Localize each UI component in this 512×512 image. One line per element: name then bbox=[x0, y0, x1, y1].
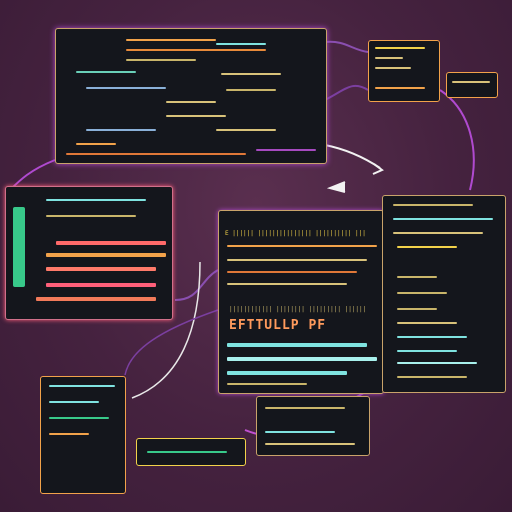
code-line bbox=[221, 73, 281, 75]
code-line bbox=[227, 357, 377, 361]
code-line bbox=[46, 199, 146, 201]
code-line bbox=[147, 451, 227, 453]
code-line bbox=[397, 276, 437, 278]
heading-text: EFTTULLP PF bbox=[229, 318, 327, 333]
code-line bbox=[227, 245, 377, 247]
code-line bbox=[49, 401, 99, 403]
scroll-indicator[interactable] bbox=[13, 207, 25, 287]
code-line bbox=[126, 59, 196, 61]
code-line bbox=[397, 322, 457, 324]
caption-text: |||||||||||| |||||||| ||||||||| |||||| bbox=[229, 306, 367, 313]
info-card-top-right bbox=[368, 40, 440, 102]
code-line bbox=[166, 115, 226, 117]
code-line bbox=[227, 283, 347, 285]
code-line bbox=[166, 101, 216, 103]
code-line bbox=[49, 433, 89, 435]
code-line bbox=[397, 376, 467, 378]
code-line bbox=[393, 232, 483, 234]
code-line bbox=[46, 215, 136, 217]
code-line bbox=[216, 129, 276, 131]
code-line bbox=[76, 143, 116, 145]
card-line bbox=[452, 81, 490, 83]
status-card-bottom bbox=[136, 438, 246, 466]
code-line bbox=[397, 308, 437, 310]
code-line bbox=[86, 87, 166, 89]
arrow-curved-icon bbox=[324, 144, 381, 169]
code-line bbox=[46, 283, 156, 287]
card-line bbox=[375, 67, 411, 69]
code-line bbox=[397, 362, 477, 364]
code-line bbox=[76, 71, 136, 73]
code-line bbox=[227, 271, 357, 273]
code-line bbox=[265, 431, 335, 433]
code-line bbox=[265, 407, 345, 409]
code-text-top: E |||||| ||||||||||||||| |||||||||| ||| bbox=[225, 230, 366, 237]
code-line bbox=[393, 204, 473, 206]
editor-panel-right bbox=[382, 195, 506, 393]
code-line bbox=[46, 253, 166, 257]
code-line bbox=[126, 39, 216, 41]
mini-card-right bbox=[446, 72, 498, 98]
output-card-bottom bbox=[256, 396, 370, 456]
code-line bbox=[226, 89, 276, 91]
card-line bbox=[375, 87, 425, 89]
editor-panel-center: E |||||| ||||||||||||||| |||||||||| ||| … bbox=[218, 210, 384, 394]
code-line bbox=[46, 267, 156, 271]
code-line bbox=[265, 443, 355, 445]
code-line bbox=[227, 259, 367, 261]
connector-right-down bbox=[439, 89, 475, 191]
code-line bbox=[397, 292, 447, 294]
code-line bbox=[227, 383, 307, 385]
editor-panel-top bbox=[55, 28, 327, 164]
code-line bbox=[397, 246, 457, 248]
card-line bbox=[375, 57, 403, 59]
terminal-panel-bottom-left bbox=[40, 376, 126, 494]
code-line bbox=[56, 241, 166, 245]
code-line bbox=[393, 218, 493, 220]
arrow-right-icon bbox=[372, 163, 384, 175]
code-line bbox=[86, 129, 156, 131]
code-line bbox=[227, 371, 347, 375]
arrow-left-icon bbox=[326, 181, 346, 193]
connector-top-right-2 bbox=[324, 84, 369, 101]
code-line bbox=[256, 149, 316, 151]
connector-left-mid bbox=[174, 269, 219, 301]
code-line bbox=[227, 343, 367, 347]
terminal-panel-left bbox=[5, 186, 173, 320]
code-line bbox=[126, 49, 266, 51]
code-line bbox=[216, 43, 266, 45]
code-line bbox=[66, 153, 246, 155]
card-line bbox=[375, 47, 425, 49]
connector-top-right bbox=[324, 40, 369, 53]
code-line bbox=[49, 385, 115, 387]
code-line bbox=[397, 350, 457, 352]
code-line bbox=[397, 336, 467, 338]
code-line bbox=[36, 297, 156, 301]
code-line bbox=[49, 417, 109, 419]
